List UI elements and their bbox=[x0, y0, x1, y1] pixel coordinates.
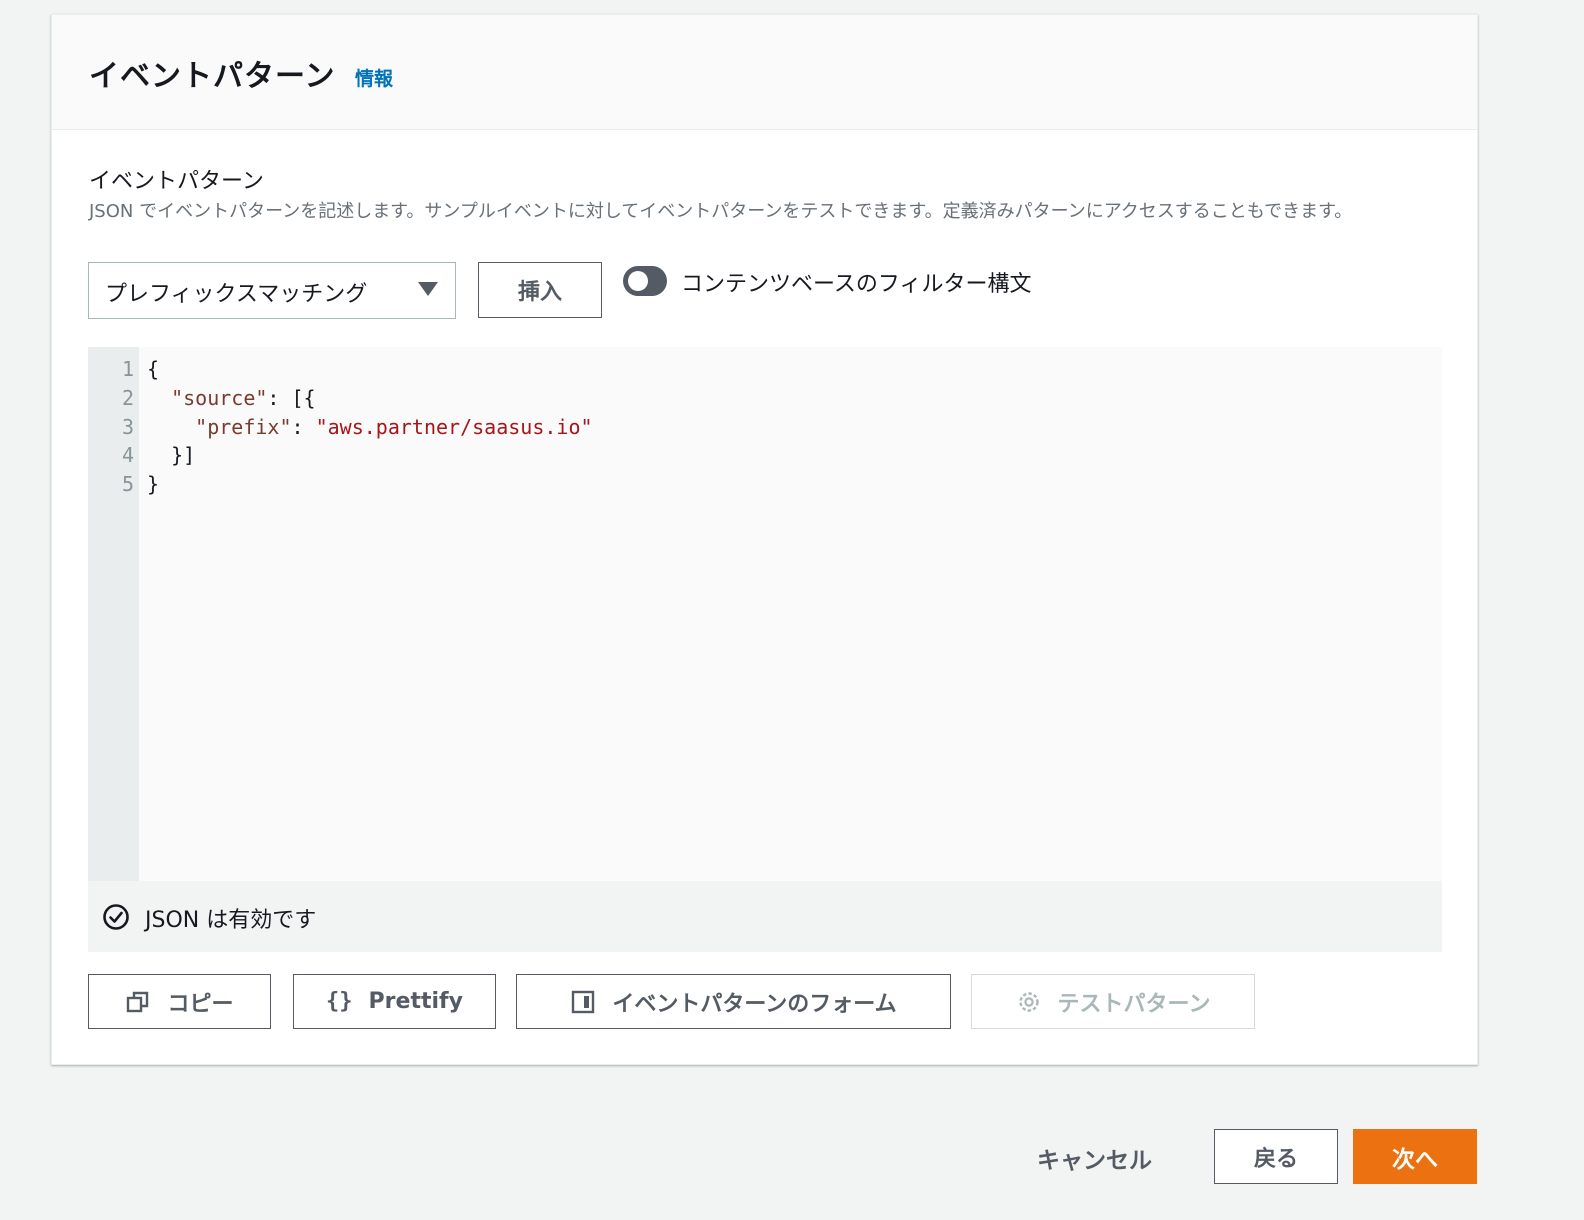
content-filter-toggle[interactable] bbox=[623, 266, 667, 296]
matching-type-select[interactable]: プレフィックスマッチング bbox=[88, 262, 456, 319]
toggle-label: コンテンツベースのフィルター構文 bbox=[681, 272, 1032, 297]
line-number: 5 bbox=[121, 472, 134, 496]
code-line: } bbox=[147, 472, 160, 496]
code-line: { bbox=[147, 357, 160, 381]
test-pattern-button[interactable]: テストパターン bbox=[971, 974, 1255, 1029]
event-pattern-panel: イベントパターン 情報 イベントパターン JSON でイベントパターンを記述しま… bbox=[51, 14, 1478, 1065]
line-number: 4 bbox=[121, 443, 134, 467]
check-circle-icon bbox=[103, 904, 129, 930]
field-label: イベントパターン bbox=[89, 169, 264, 194]
json-editor[interactable]: 1 2 3 4 5 { "source": [{ "prefix": "aws.… bbox=[88, 347, 1442, 952]
event-pattern-form-button[interactable]: イベントパターンのフォーム bbox=[516, 974, 951, 1029]
status-text: JSON は有効です bbox=[145, 908, 317, 933]
braces-icon: {} bbox=[326, 989, 353, 1014]
select-value: プレフィックスマッチング bbox=[105, 282, 368, 307]
info-link[interactable]: 情報 bbox=[355, 64, 393, 91]
form-icon bbox=[572, 990, 595, 1013]
field-description: JSON でイベントパターンを記述します。サンプルイベントに対してイベントパター… bbox=[89, 201, 1353, 222]
insert-button[interactable]: 挿入 bbox=[478, 262, 602, 318]
next-button[interactable]: 次へ bbox=[1353, 1129, 1477, 1184]
copy-icon bbox=[127, 991, 149, 1012]
copy-label: コピー bbox=[167, 991, 234, 1017]
chevron-down-icon bbox=[418, 282, 438, 296]
validation-status: JSON は有効です bbox=[88, 881, 1442, 952]
gear-icon bbox=[1018, 991, 1039, 1012]
code-line: "source": [{ bbox=[171, 386, 316, 410]
form-label: イベントパターンのフォーム bbox=[612, 991, 897, 1017]
code-line: }] bbox=[171, 443, 196, 467]
test-label: テストパターン bbox=[1057, 991, 1211, 1017]
code-line: "prefix": "aws.partner/saasus.io" bbox=[195, 415, 593, 439]
line-number: 2 bbox=[121, 386, 134, 410]
editor-gutter: 1 2 3 4 5 bbox=[88, 347, 139, 881]
copy-button[interactable]: コピー bbox=[88, 974, 271, 1029]
prettify-button[interactable]: {} Prettify bbox=[293, 974, 496, 1029]
line-number: 3 bbox=[121, 415, 134, 439]
back-button[interactable]: 戻る bbox=[1214, 1129, 1338, 1184]
panel-title: イベントパターン bbox=[89, 59, 336, 94]
cancel-button[interactable]: キャンセル bbox=[1037, 1141, 1152, 1175]
line-number: 1 bbox=[121, 357, 134, 381]
prettify-label: Prettify bbox=[368, 989, 463, 1014]
toggle-knob bbox=[628, 271, 648, 291]
panel-header: イベントパターン 情報 bbox=[52, 15, 1477, 130]
